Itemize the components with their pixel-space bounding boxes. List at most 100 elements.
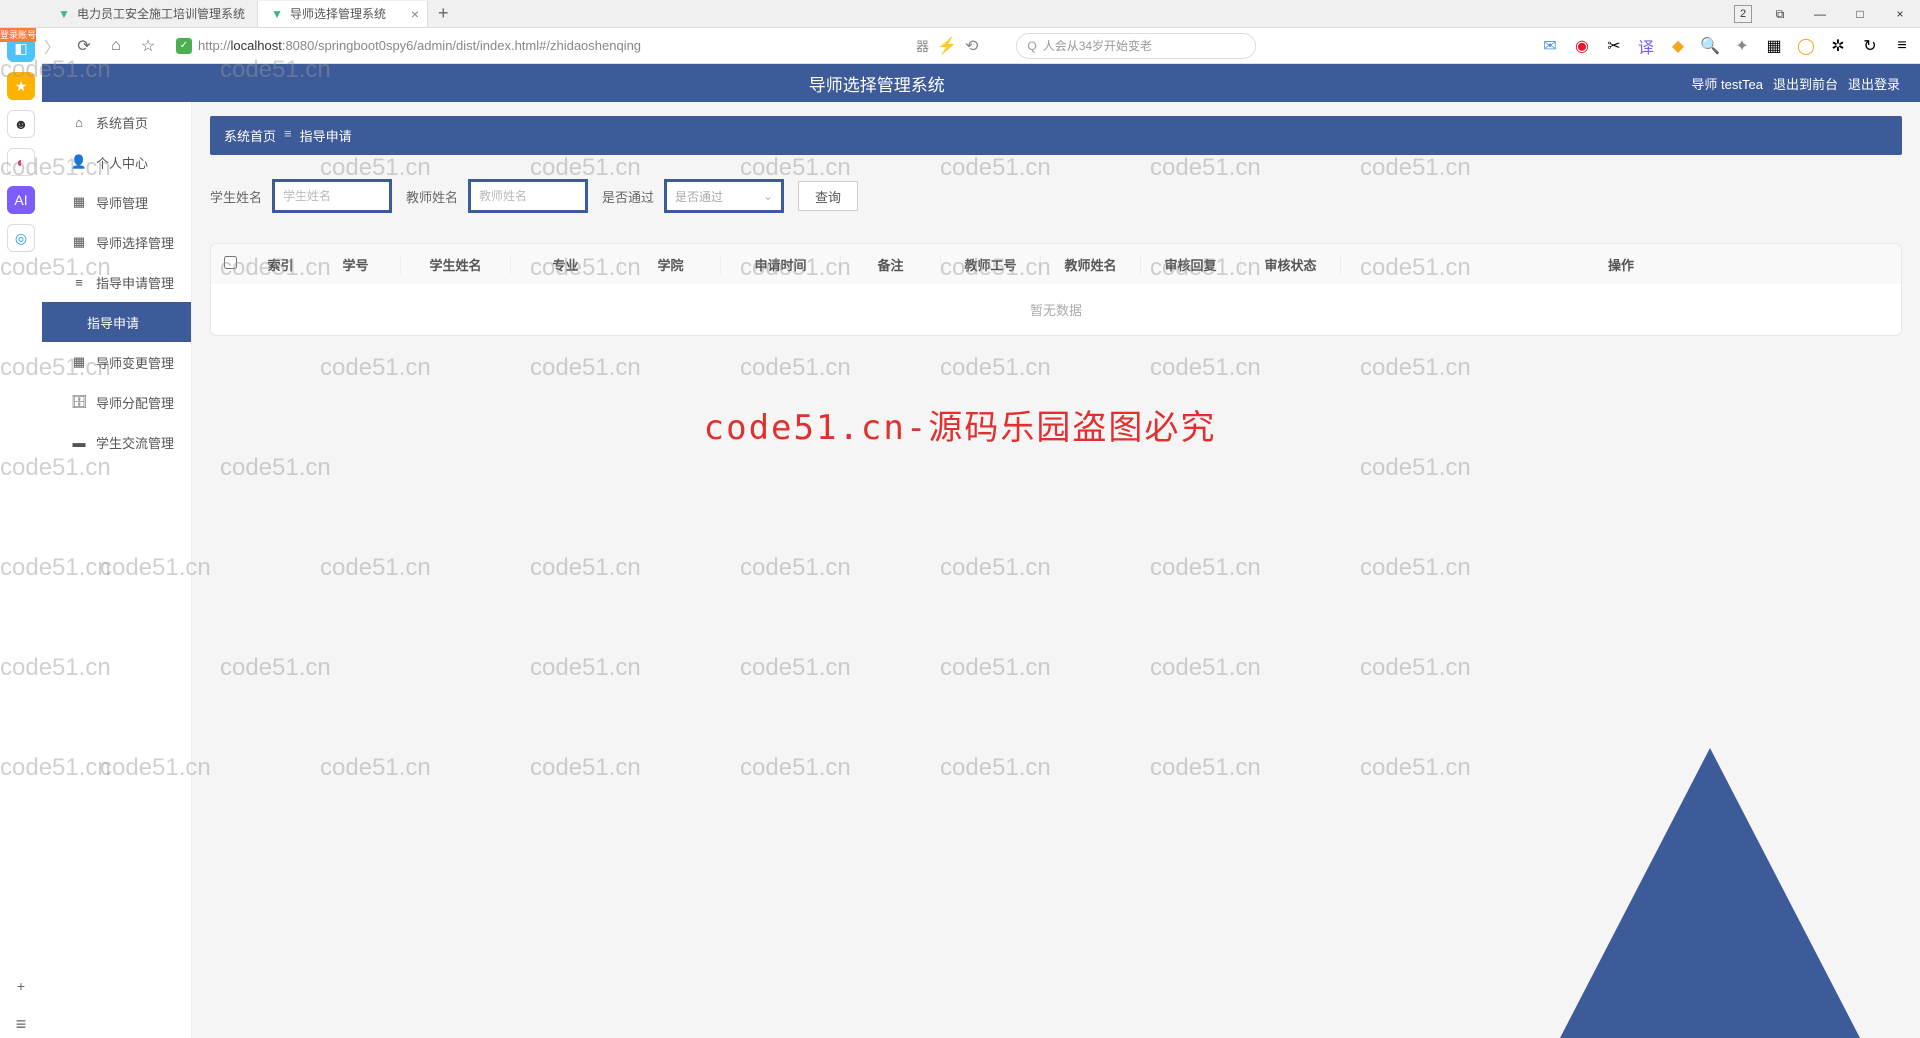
browser-tab-2[interactable]: ▼ 导师选择管理系统 × bbox=[258, 1, 428, 27]
home-button[interactable]: ⌂ bbox=[104, 34, 128, 58]
close-button[interactable]: × bbox=[1880, 0, 1920, 28]
pass-label: 是否通过 bbox=[602, 187, 654, 206]
url-text: http://localhost:8080/springboot0spy6/ad… bbox=[198, 38, 641, 53]
chevron-down-icon: ⌄ bbox=[763, 189, 773, 203]
browser-tab-1[interactable]: ▼ 电力员工安全施工培训管理系统 bbox=[45, 1, 258, 27]
back-to-front-link[interactable]: 退出到前台 bbox=[1773, 74, 1838, 93]
main-content: 系统首页 ≡ 指导申请 学生姓名 教师姓名 是否通过 是否通过 ⌄ bbox=[192, 102, 1920, 1038]
minimize-button[interactable]: — bbox=[1800, 0, 1840, 28]
mail-icon[interactable]: ✉ bbox=[1540, 36, 1560, 56]
maximize-button[interactable]: □ bbox=[1840, 0, 1880, 28]
weibo-icon[interactable]: ◉ bbox=[1572, 36, 1592, 56]
download-icon[interactable]: ↻ bbox=[1860, 36, 1880, 56]
home-icon: ⌂ bbox=[72, 115, 86, 130]
zoom-icon[interactable]: 🔍 bbox=[1700, 36, 1720, 56]
os-app-6[interactable]: ◎ bbox=[7, 224, 35, 252]
sidebar-nav: ⌂系统首页 👤个人中心 ▦导师管理 ▦导师选择管理 ≡指导申请管理 指导申请 ▦… bbox=[42, 102, 192, 1038]
scissors-icon[interactable]: ✂ bbox=[1604, 36, 1624, 56]
th-teacher-no: 教师工号 bbox=[941, 255, 1041, 274]
list-icon: ≡ bbox=[72, 275, 86, 290]
sync-icon[interactable]: ⟲ bbox=[965, 36, 978, 56]
th-student-no: 学号 bbox=[311, 255, 401, 274]
select-all-checkbox[interactable] bbox=[224, 256, 237, 269]
filter-row: 学生姓名 教师姓名 是否通过 是否通过 ⌄ 查询 bbox=[210, 179, 1902, 213]
th-checkbox[interactable] bbox=[211, 256, 251, 272]
qr-icon[interactable]: 器 bbox=[916, 36, 929, 55]
th-remark: 备注 bbox=[841, 255, 941, 274]
puzzle-icon[interactable]: ✦ bbox=[1732, 36, 1752, 56]
menu-icon[interactable]: ≡ bbox=[1892, 36, 1912, 56]
browser-toolbar: 〈 〉 ⟳ ⌂ ☆ ✓ http://localhost:8080/spring… bbox=[0, 28, 1920, 64]
app-body: ⌂系统首页 👤个人中心 ▦导师管理 ▦导师选择管理 ≡指导申请管理 指导申请 ▦… bbox=[42, 102, 1920, 1038]
circle-icon[interactable]: ◯ bbox=[1796, 36, 1816, 56]
app-user-area: 导师 testTea 退出到前台 退出登录 bbox=[1691, 74, 1900, 93]
os-app-2[interactable]: ★ bbox=[7, 72, 35, 100]
vue-icon: ▼ bbox=[57, 7, 71, 21]
tab-title: 电力员工安全施工培训管理系统 bbox=[77, 5, 245, 22]
teacher-name-input[interactable] bbox=[468, 179, 588, 213]
table-empty-text: 暂无数据 bbox=[211, 284, 1901, 335]
window-tab-icon[interactable]: ⧉ bbox=[1760, 0, 1800, 28]
sidebar-item-tutor-assign[interactable]: 🗄导师分配管理 bbox=[42, 382, 191, 422]
reload-button[interactable]: ⟳ bbox=[72, 34, 96, 58]
favorite-button[interactable]: ☆ bbox=[136, 34, 160, 58]
logout-link[interactable]: 退出登录 bbox=[1848, 74, 1900, 93]
sidebar-item-tutor-select[interactable]: ▦导师选择管理 bbox=[42, 222, 191, 262]
student-name-input[interactable] bbox=[272, 179, 392, 213]
new-tab-button[interactable]: + bbox=[428, 3, 459, 24]
data-table: 索引 学号 学生姓名 专业 学院 申请时间 备注 教师工号 教师姓名 审核回复 … bbox=[210, 243, 1902, 336]
briefcase-icon: 🗄 bbox=[72, 394, 86, 410]
breadcrumb-separator: ≡ bbox=[284, 126, 292, 145]
toolbar-extensions: ✉ ◉ ✂ 译 ◆ 🔍 ✦ ▦ ◯ ✲ ↻ ≡ bbox=[1540, 36, 1912, 56]
grid-icon: ▦ bbox=[72, 354, 86, 370]
th-apply-time: 申请时间 bbox=[721, 255, 841, 274]
close-icon[interactable]: × bbox=[411, 6, 419, 22]
user-icon: 👤 bbox=[72, 154, 86, 170]
address-bar[interactable]: ✓ http://localhost:8080/springboot0spy6/… bbox=[168, 33, 908, 59]
breadcrumb-home[interactable]: 系统首页 bbox=[224, 126, 276, 145]
app-container: 导师选择管理系统 导师 testTea 退出到前台 退出登录 ⌂系统首页 👤个人… bbox=[42, 64, 1920, 1038]
pass-select[interactable]: 是否通过 ⌄ bbox=[664, 179, 784, 213]
apps-icon[interactable]: ▦ bbox=[1764, 36, 1784, 56]
chat-icon: ▬ bbox=[72, 435, 86, 450]
search-icon: Q bbox=[1027, 39, 1036, 53]
os-menu[interactable]: ≡ bbox=[7, 1010, 35, 1038]
corner-badge: 登录账号 bbox=[0, 28, 36, 42]
os-app-4[interactable]: ◐ bbox=[7, 148, 35, 176]
sidebar-item-home[interactable]: ⌂系统首页 bbox=[42, 102, 191, 142]
sidebar-item-guide-apply[interactable]: 指导申请 bbox=[42, 302, 191, 342]
forward-button[interactable]: 〉 bbox=[40, 34, 64, 58]
th-student-name: 学生姓名 bbox=[401, 255, 511, 274]
search-input[interactable]: Q 人会从34岁开始变老 bbox=[1016, 33, 1256, 59]
app-header: 导师选择管理系统 导师 testTea 退出到前台 退出登录 bbox=[42, 64, 1920, 102]
th-review-status: 审核状态 bbox=[1241, 255, 1341, 274]
bolt-icon[interactable]: ⚡ bbox=[937, 36, 957, 56]
gear-icon[interactable]: ✲ bbox=[1828, 36, 1848, 56]
th-major: 专业 bbox=[511, 255, 621, 274]
os-add[interactable]: + bbox=[7, 972, 35, 1000]
th-index: 索引 bbox=[251, 255, 311, 274]
os-sidebar: ◧ ★ ☻ ◐ AI ◎ + ≡ bbox=[0, 28, 42, 1038]
th-teacher-name: 教师姓名 bbox=[1041, 255, 1141, 274]
vue-icon: ▼ bbox=[270, 7, 284, 21]
window-controls: 2 ⧉ — □ × bbox=[1726, 0, 1920, 28]
th-review-reply: 审核回复 bbox=[1141, 255, 1241, 274]
sidebar-item-profile[interactable]: 👤个人中心 bbox=[42, 142, 191, 182]
security-icon[interactable]: ◆ bbox=[1668, 36, 1688, 56]
sidebar-item-guide-apply-mgmt[interactable]: ≡指导申请管理 bbox=[42, 262, 191, 302]
th-college: 学院 bbox=[621, 255, 721, 274]
window-badge: 2 bbox=[1734, 5, 1752, 23]
app-title: 导师选择管理系统 bbox=[62, 71, 1691, 96]
sidebar-item-tutor-change[interactable]: ▦导师变更管理 bbox=[42, 342, 191, 382]
search-placeholder: 人会从34岁开始变老 bbox=[1043, 37, 1152, 54]
teacher-name-label: 教师姓名 bbox=[406, 187, 458, 206]
sidebar-item-tutor[interactable]: ▦导师管理 bbox=[42, 182, 191, 222]
os-app-5[interactable]: AI bbox=[7, 186, 35, 214]
shield-icon: ✓ bbox=[176, 38, 192, 54]
breadcrumb: 系统首页 ≡ 指导申请 bbox=[210, 116, 1902, 155]
student-name-label: 学生姓名 bbox=[210, 187, 262, 206]
os-app-3[interactable]: ☻ bbox=[7, 110, 35, 138]
sidebar-item-student-chat[interactable]: ▬学生交流管理 bbox=[42, 422, 191, 462]
query-button[interactable]: 查询 bbox=[798, 181, 858, 211]
translate-icon[interactable]: 译 bbox=[1636, 36, 1656, 56]
